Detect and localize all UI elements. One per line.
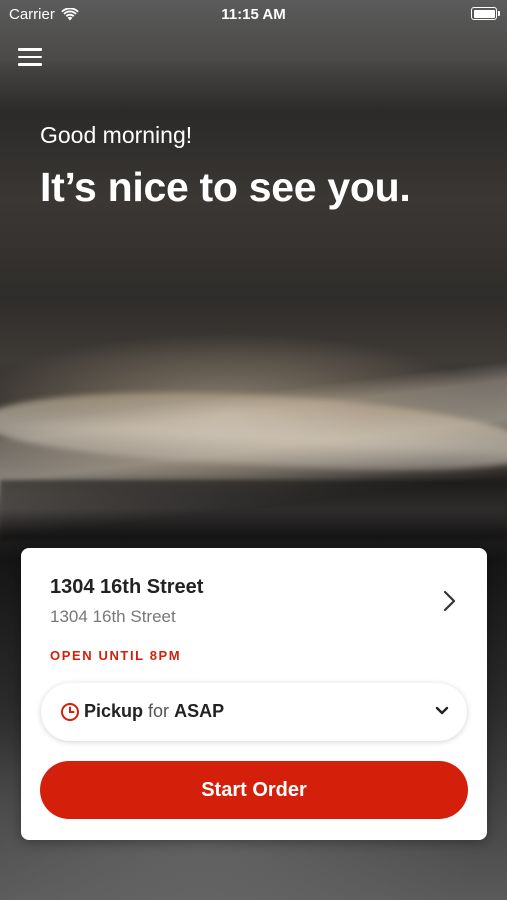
home-screen: Carrier 11:15 AM Good morning! It’s nice… [0, 0, 507, 900]
battery-fill [473, 9, 495, 18]
background-pizza-photo [0, 380, 507, 480]
status-bar: Carrier 11:15 AM [0, 0, 507, 28]
location-address: 1304 16th Street [50, 607, 176, 626]
headline-text: It’s nice to see you. [40, 164, 411, 210]
battery-icon [471, 7, 500, 20]
pickup-mode: Pickup [84, 701, 144, 721]
status-time: 11:15 AM [221, 6, 286, 23]
chevron-right-icon[interactable] [441, 589, 459, 613]
background-pan [0, 480, 507, 540]
location-name: 1304 16th Street [50, 576, 204, 598]
hamburger-menu-icon[interactable] [18, 48, 42, 70]
pickup-time-selector[interactable]: Pickup for ASAP [41, 683, 467, 741]
pickup-label: Pickup for ASAP [84, 701, 224, 722]
greeting-text: Good morning! [40, 122, 193, 148]
menu-line [18, 48, 42, 51]
chevron-down-icon[interactable] [435, 706, 449, 716]
menu-line [18, 55, 42, 58]
start-order-button[interactable]: Start Order [40, 761, 468, 819]
location-hours: OPEN UNTIL 8PM [50, 648, 182, 663]
location-card: 1304 16th Street 1304 16th Street OPEN U… [21, 548, 487, 840]
pickup-for-word: for [148, 701, 170, 721]
location-row[interactable]: 1304 16th Street 1304 16th Street OPEN U… [21, 548, 487, 673]
pickup-time: ASAP [174, 701, 225, 721]
menu-line [18, 63, 42, 66]
clock-icon [61, 703, 79, 721]
